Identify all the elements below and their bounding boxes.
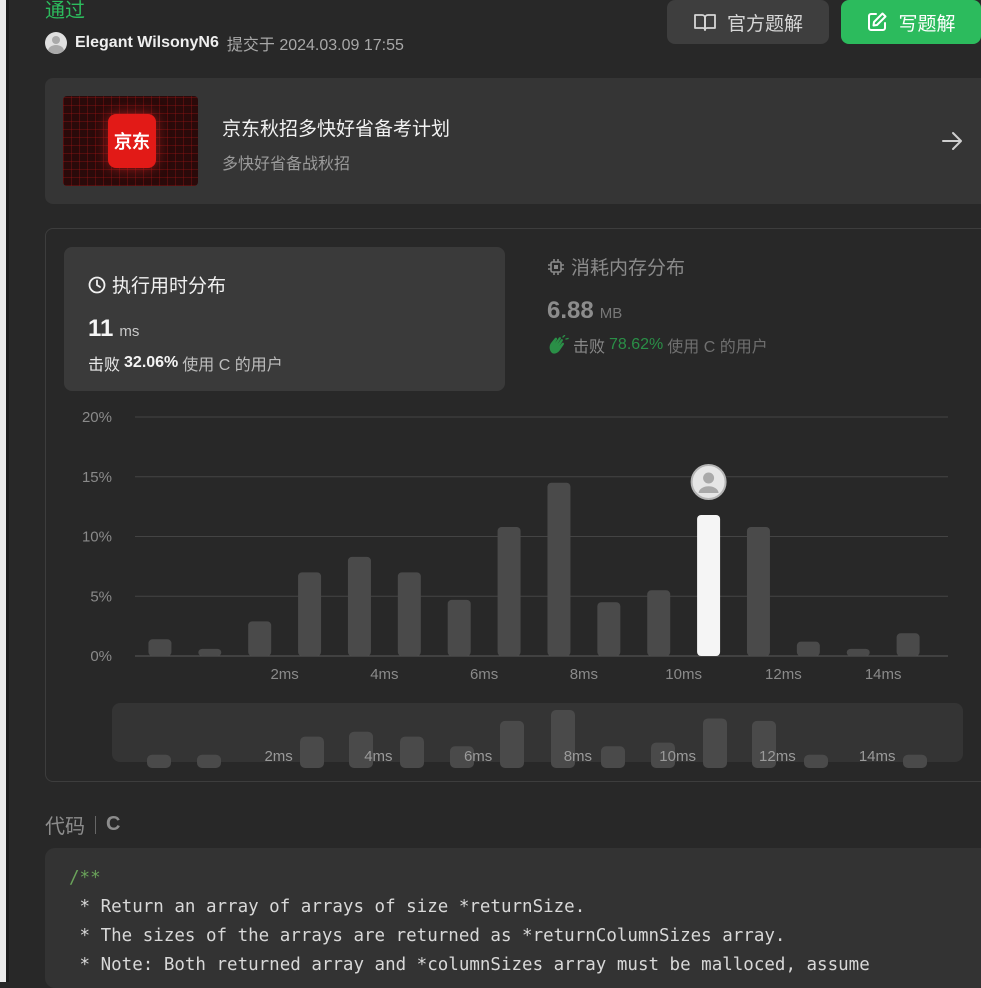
bar[interactable] — [647, 590, 671, 656]
navigator-bar — [601, 746, 625, 768]
chart-navigator[interactable] — [112, 703, 963, 762]
code-line: /** — [69, 868, 101, 888]
navigator-tick-label: 6ms — [464, 748, 492, 765]
x-tick-label: 2ms — [270, 666, 298, 683]
avatar-head — [703, 472, 715, 484]
banner-title: 京东秋招多快好省备考计划 — [222, 119, 451, 140]
highlight-bar[interactable] — [697, 514, 721, 656]
code-header: 代码 C — [45, 810, 120, 839]
bar[interactable] — [397, 572, 421, 656]
bar[interactable] — [347, 556, 371, 656]
bar[interactable] — [198, 648, 222, 656]
submission-info: Elegant WilsonyN6 提交于 2024.03.09 17:55 — [45, 31, 404, 55]
x-tick-label: 6ms — [470, 666, 498, 683]
official-solution-label: 官方题解 — [726, 13, 803, 35]
bar[interactable] — [298, 572, 322, 656]
user-avatar[interactable] — [45, 32, 67, 54]
x-tick-label: 12ms — [765, 666, 802, 683]
bar[interactable] — [846, 648, 870, 656]
bar[interactable] — [497, 526, 521, 656]
book-icon — [694, 14, 716, 31]
write-solution-label: 写题解 — [898, 13, 956, 35]
bar[interactable] — [447, 599, 471, 656]
y-tick-label: 10% — [82, 529, 112, 546]
y-tick-label: 15% — [82, 469, 112, 486]
navigator-bar — [703, 718, 727, 768]
username[interactable]: Elegant WilsonyN6 — [75, 34, 219, 52]
navigator-tick-label: 8ms — [564, 748, 592, 765]
bar[interactable] — [796, 641, 820, 656]
code-block[interactable]: /** * Return an array of arrays of size … — [45, 848, 981, 988]
navigator-tick-label: 2ms — [264, 748, 292, 765]
code-line: * Note: Both returned array and *columnS… — [69, 955, 870, 975]
official-solution-button[interactable]: 官方题解 — [667, 0, 829, 44]
performance-panel: 执行用时分布 11 ms 击败 32.06% 使用 C 的用户 消耗内存分布 6.… — [45, 228, 981, 782]
navigator-tick-label: 14ms — [859, 748, 896, 765]
edit-icon — [868, 12, 887, 31]
y-tick-label: 0% — [90, 648, 112, 665]
navigator-bar — [804, 754, 828, 768]
submission-status: 通过 — [45, 0, 85, 22]
bar[interactable] — [746, 526, 770, 656]
x-tick-label: 14ms — [865, 666, 902, 683]
x-tick-label: 10ms — [665, 666, 702, 683]
write-solution-button[interactable]: 写题解 — [841, 0, 981, 44]
jd-banner-image: 京东 — [63, 96, 198, 186]
submission-time: 提交于 2024.03.09 17:55 — [226, 37, 404, 54]
navigator-bar — [300, 736, 324, 768]
bar[interactable] — [547, 482, 571, 656]
bar[interactable] — [148, 639, 172, 656]
navigator-bar — [500, 720, 524, 768]
code-line: * The sizes of the arrays are returned a… — [69, 926, 786, 946]
bar[interactable] — [896, 633, 920, 656]
y-tick-label: 20% — [82, 409, 112, 426]
navigator-bar — [197, 754, 221, 768]
runtime-distribution-chart[interactable]: 0% 5% 10% 15% 20% 2ms 4ms 6ms 8ms 10ms 12ms 14ms 2ms… — [46, 229, 981, 781]
navigator-tick-label: 10ms — [659, 748, 696, 765]
x-tick-label: 4ms — [370, 666, 398, 683]
promo-banner[interactable]: 京东 京东秋招多快好省备考计划 多快好省备战秋招 — [45, 78, 981, 204]
x-tick-label: 8ms — [570, 666, 598, 683]
jd-logo: 京东 — [108, 114, 156, 168]
bar[interactable] — [597, 602, 621, 656]
code-line: * Return an array of arrays of size *ret… — [69, 897, 586, 917]
bar[interactable] — [248, 621, 272, 656]
y-tick-label: 5% — [90, 588, 112, 605]
navigator-bar — [400, 736, 424, 768]
code-label-divider — [95, 815, 96, 834]
navigator-bar — [147, 754, 171, 768]
arrow-right-icon — [942, 132, 962, 150]
navigator-tick-label: 12ms — [759, 748, 796, 765]
code-language: C — [106, 813, 121, 835]
banner-subtitle: 多快好省备战秋招 — [222, 156, 351, 173]
navigator-tick-label: 4ms — [364, 748, 392, 765]
code-label: 代码 — [45, 816, 85, 838]
left-panel-divider — [6, 0, 9, 982]
navigator-bar — [903, 754, 927, 768]
